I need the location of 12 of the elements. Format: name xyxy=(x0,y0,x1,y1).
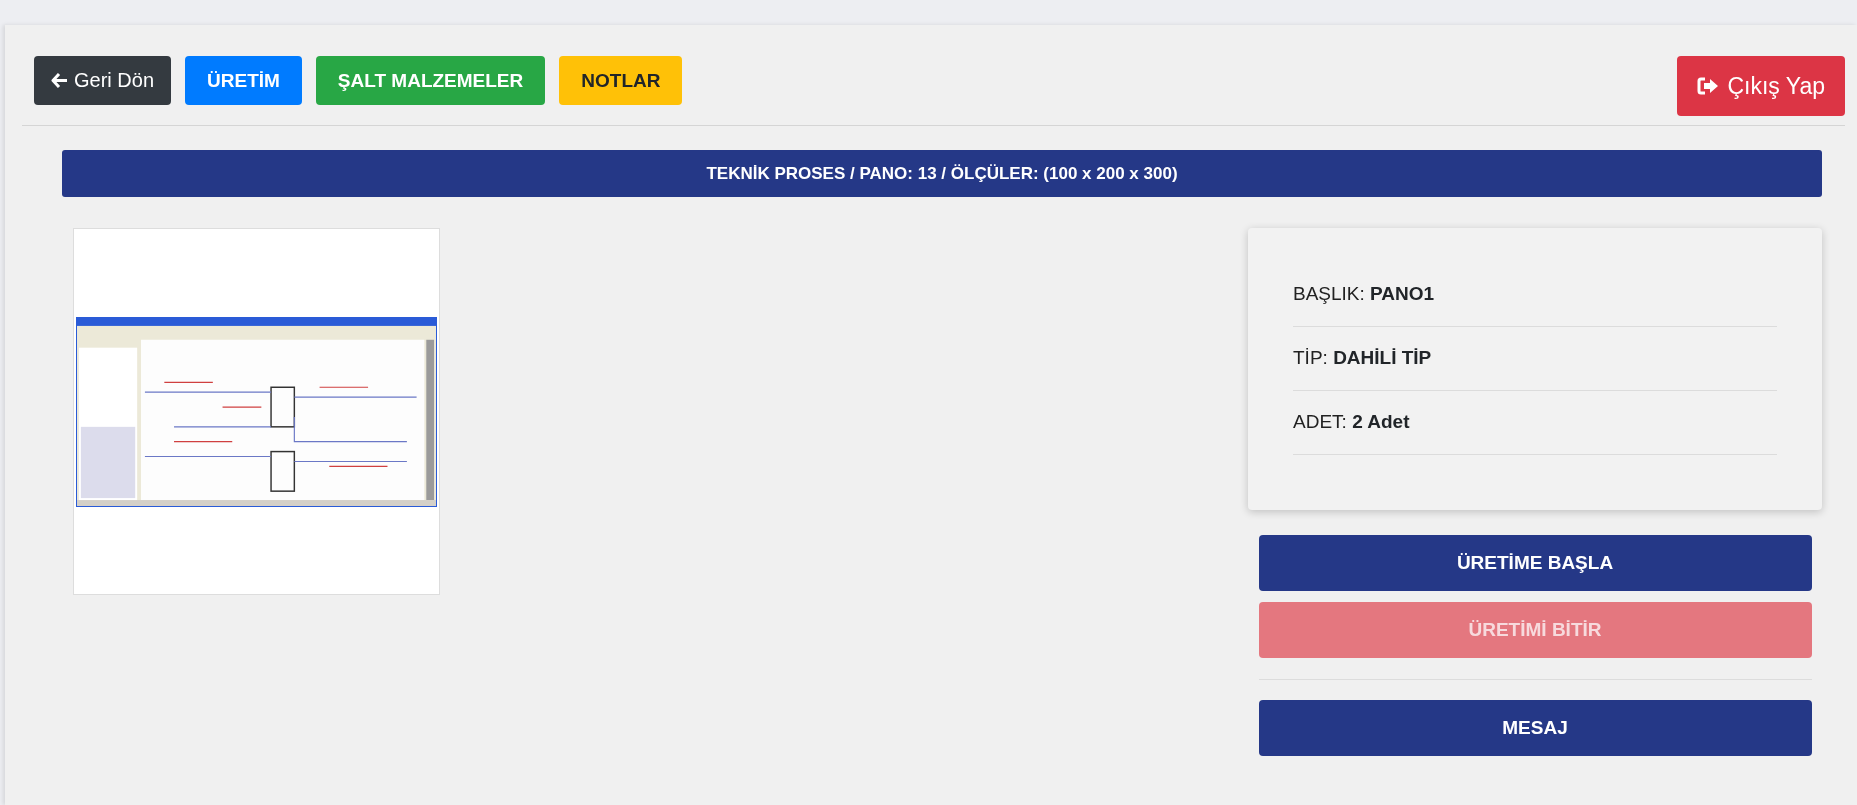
info-text: TİP: DAHİLİ TİP xyxy=(1293,327,1777,391)
info-text: BAŞLIK: PANO1 xyxy=(1293,263,1777,327)
arrow-left-icon xyxy=(51,73,68,88)
title-bar: TEKNİK PROSES / PANO: 13 / ÖLÇÜLER: (100 x 200 x 300) xyxy=(62,150,1822,197)
nav-button[interactable]: NOTLAR xyxy=(559,56,683,105)
logout-button[interactable]: Çıkış Yap xyxy=(1677,56,1845,116)
back-button[interactable]: Geri Dön xyxy=(34,56,172,105)
sign-out-icon xyxy=(1697,77,1720,95)
message-button[interactable]: MESAJ xyxy=(1258,700,1812,756)
nav-button[interactable]: ÜRETİM xyxy=(185,56,302,105)
action-button[interactable]: ÜRETİME BAŞLA xyxy=(1258,535,1812,591)
info-text: ADET: 2 Adet xyxy=(1293,391,1777,455)
